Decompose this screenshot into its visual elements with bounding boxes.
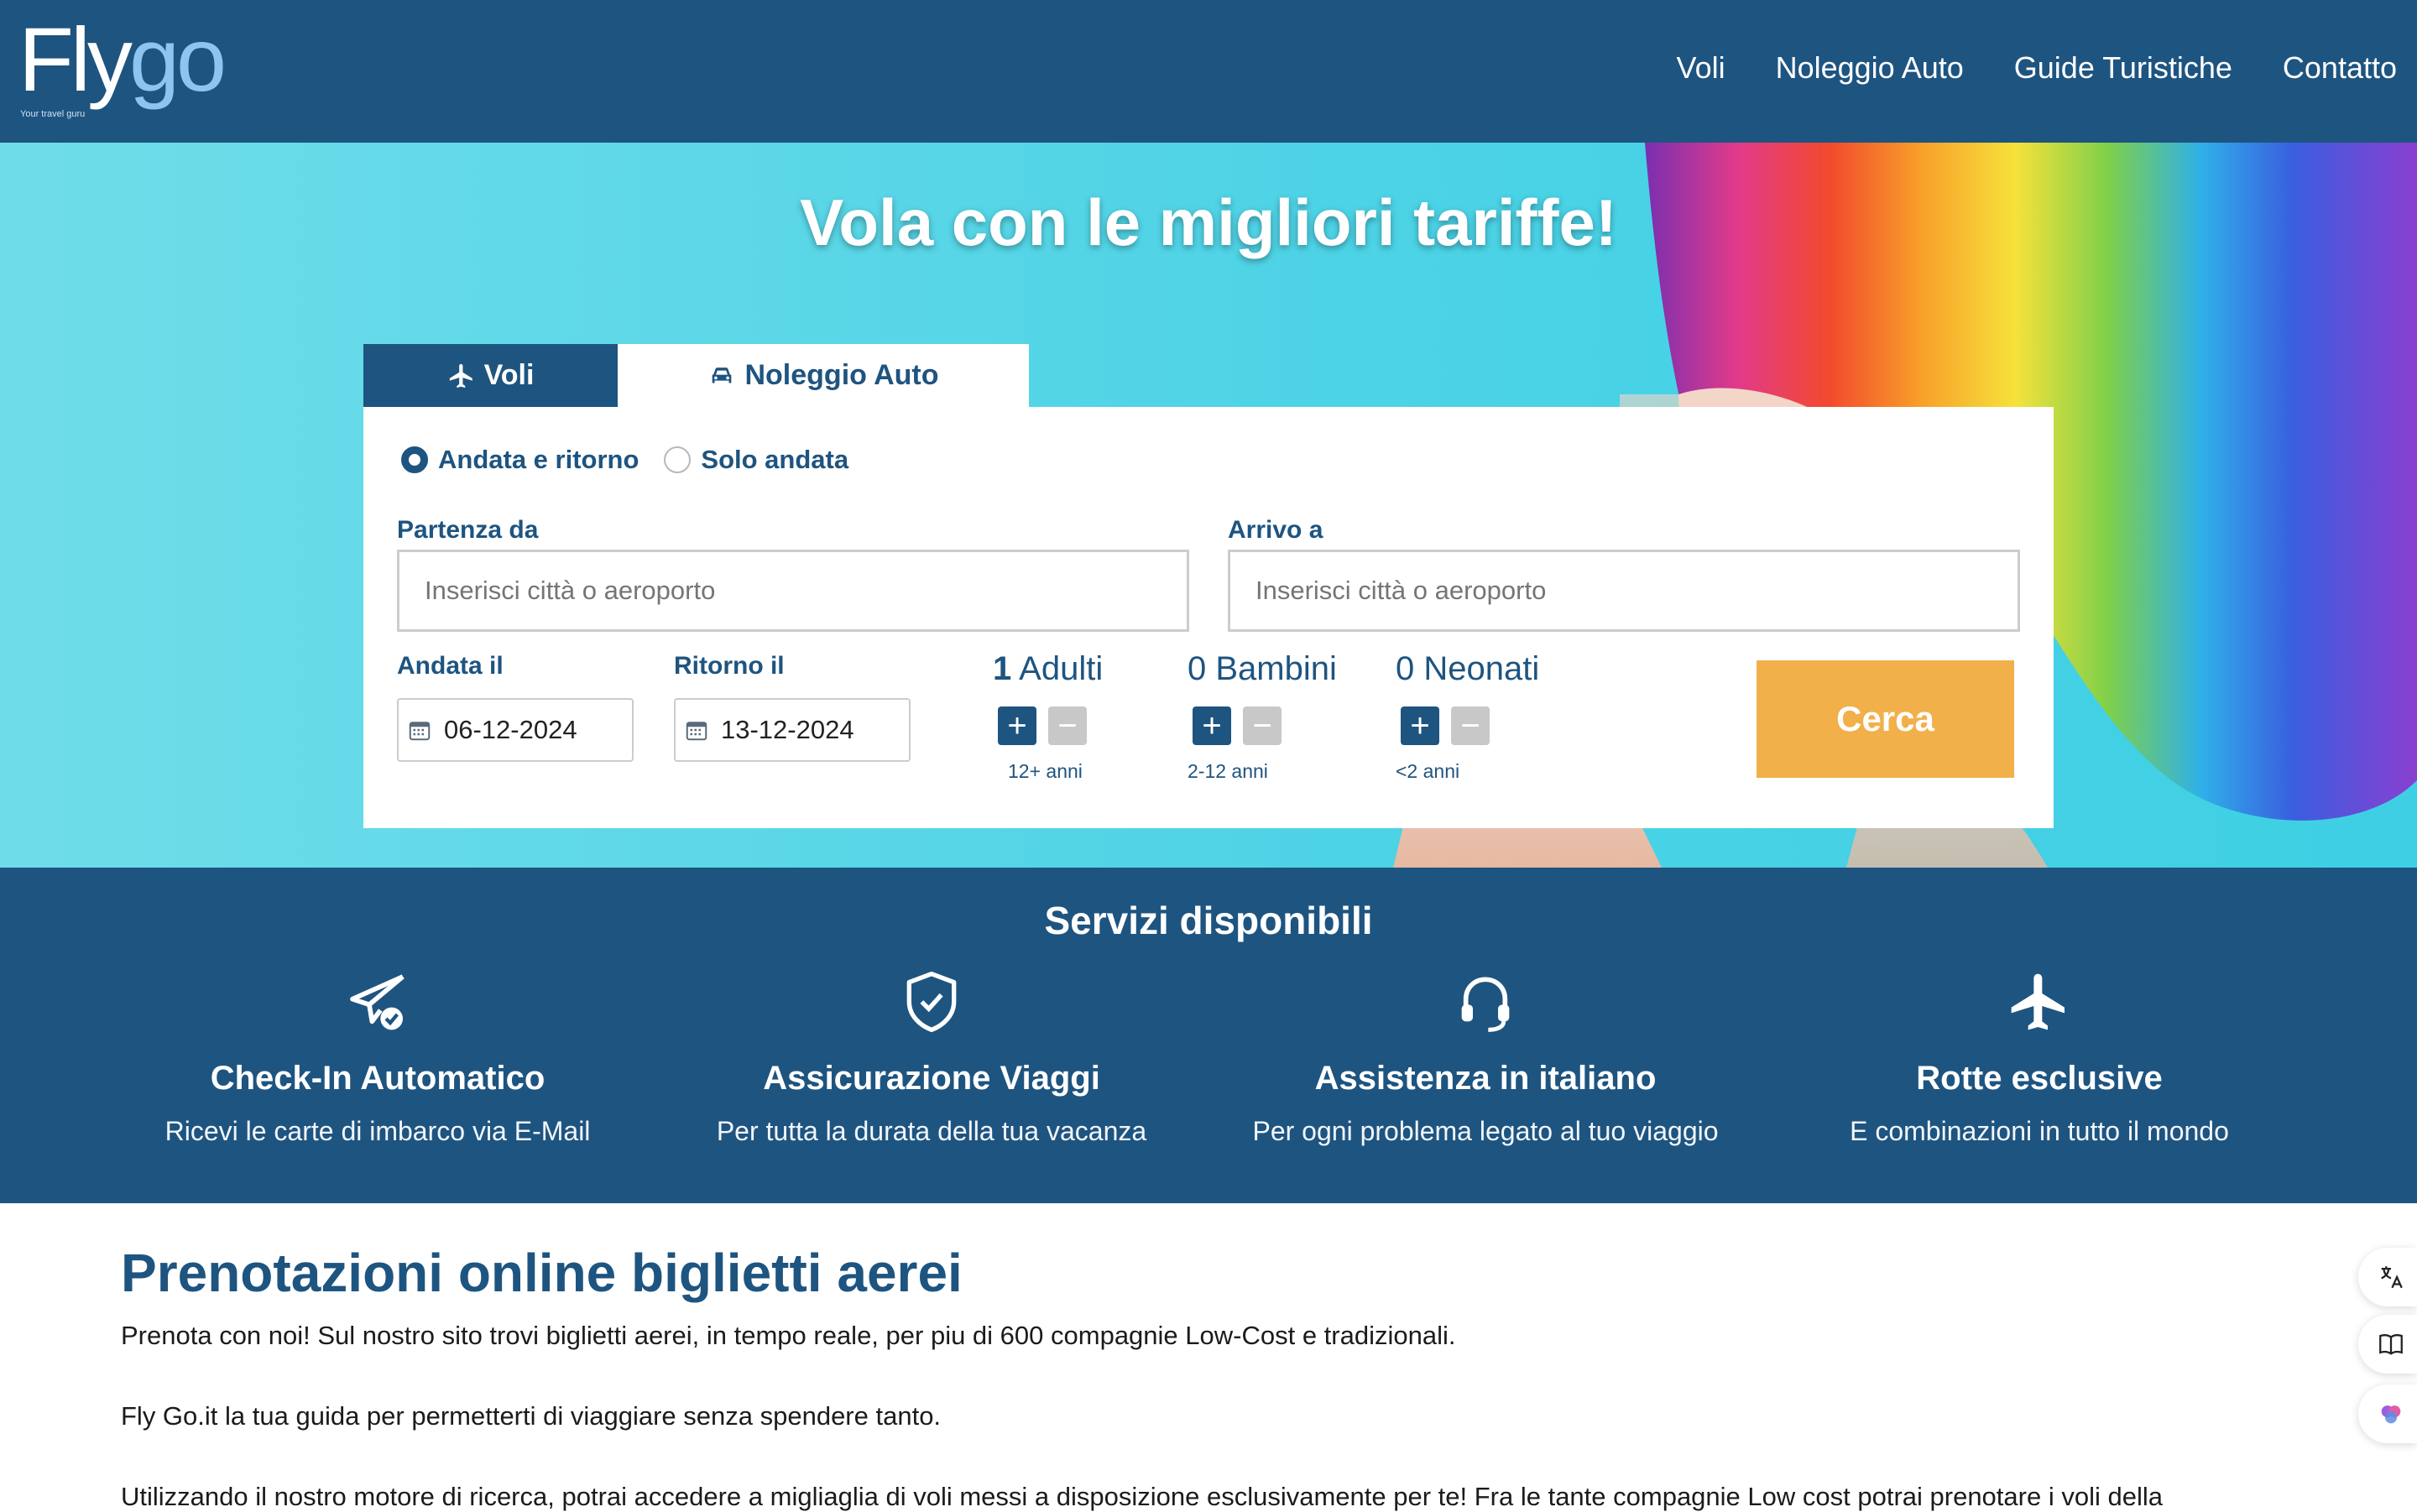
service-support-desc: Per ogni problema legato al tuo viaggio — [1252, 1116, 1719, 1146]
calendar-icon — [686, 722, 707, 741]
airplane-icon — [449, 363, 472, 388]
depart-date-label: Andata il — [397, 652, 504, 680]
depart-date-value: 06-12-2024 — [444, 715, 577, 744]
children-minus-button[interactable]: − — [1243, 706, 1282, 745]
radio-one-way-indicator[interactable] — [664, 446, 692, 473]
radio-round-trip[interactable]: Andata e ritorno — [401, 445, 639, 475]
children-title: 0 Bambini — [1188, 650, 1355, 688]
translate-widget[interactable] — [2358, 1248, 2417, 1306]
departure-label: Partenza da — [397, 516, 539, 544]
tab-voli[interactable]: Voli — [363, 344, 618, 407]
radio-round-trip-label: Andata e ritorno — [438, 445, 639, 474]
logo[interactable]: Flygo Your travel guru — [18, 8, 253, 128]
infants-count: 0 — [1396, 650, 1415, 687]
shield-check-icon — [906, 972, 957, 1032]
site-header: Flygo Your travel guru Voli Noleggio Aut… — [0, 0, 2417, 143]
hero-section: Vola con le migliori tariffe! Voli Noleg… — [0, 143, 2417, 868]
service-insurance-title: Assicurazione Viaggi — [763, 1060, 1100, 1097]
tab-noleggio-auto[interactable]: Noleggio Auto — [618, 344, 1029, 407]
main-nav: Voli Noleggio Auto Guide Turistiche Cont… — [1677, 50, 2397, 86]
logo-wordmark: Flygo — [18, 8, 227, 110]
infants-minus-button[interactable]: − — [1451, 706, 1490, 745]
adults-buttons: + − — [998, 706, 1161, 745]
adults-minus-button[interactable]: − — [1048, 706, 1087, 745]
reader-widget[interactable] — [2358, 1315, 2417, 1374]
departure-input[interactable] — [397, 550, 1189, 632]
depart-date-field[interactable]: 06-12-2024 — [397, 698, 634, 762]
nav-item-voli[interactable]: Voli — [1677, 50, 1725, 86]
car-icon — [713, 367, 732, 383]
content-paragraph-3: Utilizzando il nostro motore di ricerca,… — [121, 1482, 2163, 1511]
radio-one-way-label: Solo andata — [701, 445, 849, 474]
ai-assistant-widget[interactable] — [2358, 1384, 2417, 1443]
children-age: 2-12 anni — [1188, 760, 1268, 782]
flight-search-form: Andata e ritorno Solo andata Partenza da… — [363, 407, 2054, 828]
return-date-label: Ritorno il — [674, 652, 785, 680]
search-tabs: Voli Noleggio Auto — [363, 344, 1029, 407]
radio-round-trip-indicator[interactable] — [401, 446, 428, 473]
service-support: Assistenza in italiano Per ogni problema… — [1217, 968, 1754, 1147]
content-paragraph-1: Prenota con noi! Sul nostro sito trovi b… — [121, 1321, 1456, 1350]
translate-icon — [2381, 1266, 2403, 1289]
trip-type-group: Andata e ritorno Solo andata — [401, 445, 848, 475]
arrival-label: Arrivo a — [1228, 516, 1323, 544]
infants-label: Neonati — [1423, 650, 1540, 687]
children-selector: 0 Bambini + − 2-12 anni — [1188, 650, 1355, 783]
infants-title: 0 Neonati — [1396, 650, 1563, 688]
search-button[interactable]: Cerca — [1757, 660, 2014, 778]
nav-item-noleggio-auto[interactable]: Noleggio Auto — [1776, 50, 1964, 86]
return-date-field[interactable]: 13-12-2024 — [674, 698, 911, 762]
children-plus-button[interactable]: + — [1193, 706, 1231, 745]
nav-item-contatto[interactable]: Contatto — [2283, 50, 2397, 86]
service-routes-desc: E combinazioni in tutto il mondo — [1850, 1116, 2229, 1146]
infants-age: <2 anni — [1396, 760, 1460, 782]
tab-noleggio-auto-label: Noleggio Auto — [744, 359, 939, 391]
service-routes-title: Rotte esclusive — [1916, 1060, 2163, 1097]
adults-age: 12+ anni — [1008, 760, 1083, 782]
service-check-in-desc: Ricevi le carte di imbarco via E-Mail — [164, 1116, 591, 1146]
service-check-in-title: Check-In Automatico — [210, 1060, 546, 1097]
children-count: 0 — [1188, 650, 1207, 687]
arrival-input[interactable] — [1228, 550, 2020, 632]
adults-plus-button[interactable]: + — [998, 706, 1036, 745]
service-routes: Rotte esclusive E combinazioni in tutto … — [1771, 968, 2308, 1147]
adults-label: Adulti — [1019, 650, 1104, 687]
service-insurance-desc: Per tutta la durata della tua vacanza — [716, 1116, 1147, 1146]
children-buttons: + − — [1193, 706, 1355, 745]
return-date-value: 13-12-2024 — [721, 715, 854, 744]
service-check-in: Check-In Automatico Ricevi le carte di i… — [109, 968, 646, 1147]
main-content: Prenotazioni online biglietti aerei Pren… — [121, 1242, 2303, 1512]
airplane-icon — [2011, 973, 2065, 1030]
paper-plane-check-icon — [350, 974, 405, 1030]
content-paragraph-2: Fly Go.it la tua guida per permetterti d… — [121, 1401, 942, 1431]
infants-selector: 0 Neonati + − <2 anni — [1396, 650, 1563, 783]
book-icon — [2379, 1334, 2403, 1355]
adults-title: 1 Adulti — [993, 650, 1161, 688]
tab-voli-label: Voli — [483, 359, 535, 391]
service-insurance: Assicurazione Viaggi Per tutta la durata… — [663, 968, 1200, 1147]
logo-tagline: Your travel guru — [20, 109, 86, 119]
adults-count: 1 — [993, 650, 1012, 687]
content-heading: Prenotazioni online biglietti aerei — [121, 1243, 963, 1303]
nav-item-guide-turistiche[interactable]: Guide Turistiche — [2014, 50, 2232, 86]
services-section: Servizi disponibili Check-In Automatico … — [0, 868, 2417, 1203]
infants-plus-button[interactable]: + — [1401, 706, 1439, 745]
brain-icon — [2381, 1405, 2401, 1424]
radio-one-way[interactable]: Solo andata — [664, 445, 848, 475]
headset-icon — [1461, 977, 1510, 1032]
services-title: Servizi disponibili — [1044, 899, 1373, 942]
children-label: Bambini — [1215, 650, 1337, 687]
adults-selector: 1 Adulti + − 12+ anni — [993, 650, 1161, 783]
infants-buttons: + − — [1401, 706, 1563, 745]
calendar-icon — [409, 722, 431, 741]
service-support-title: Assistenza in italiano — [1314, 1060, 1657, 1097]
hero-title: Vola con le migliori tariffe! — [800, 185, 1617, 259]
